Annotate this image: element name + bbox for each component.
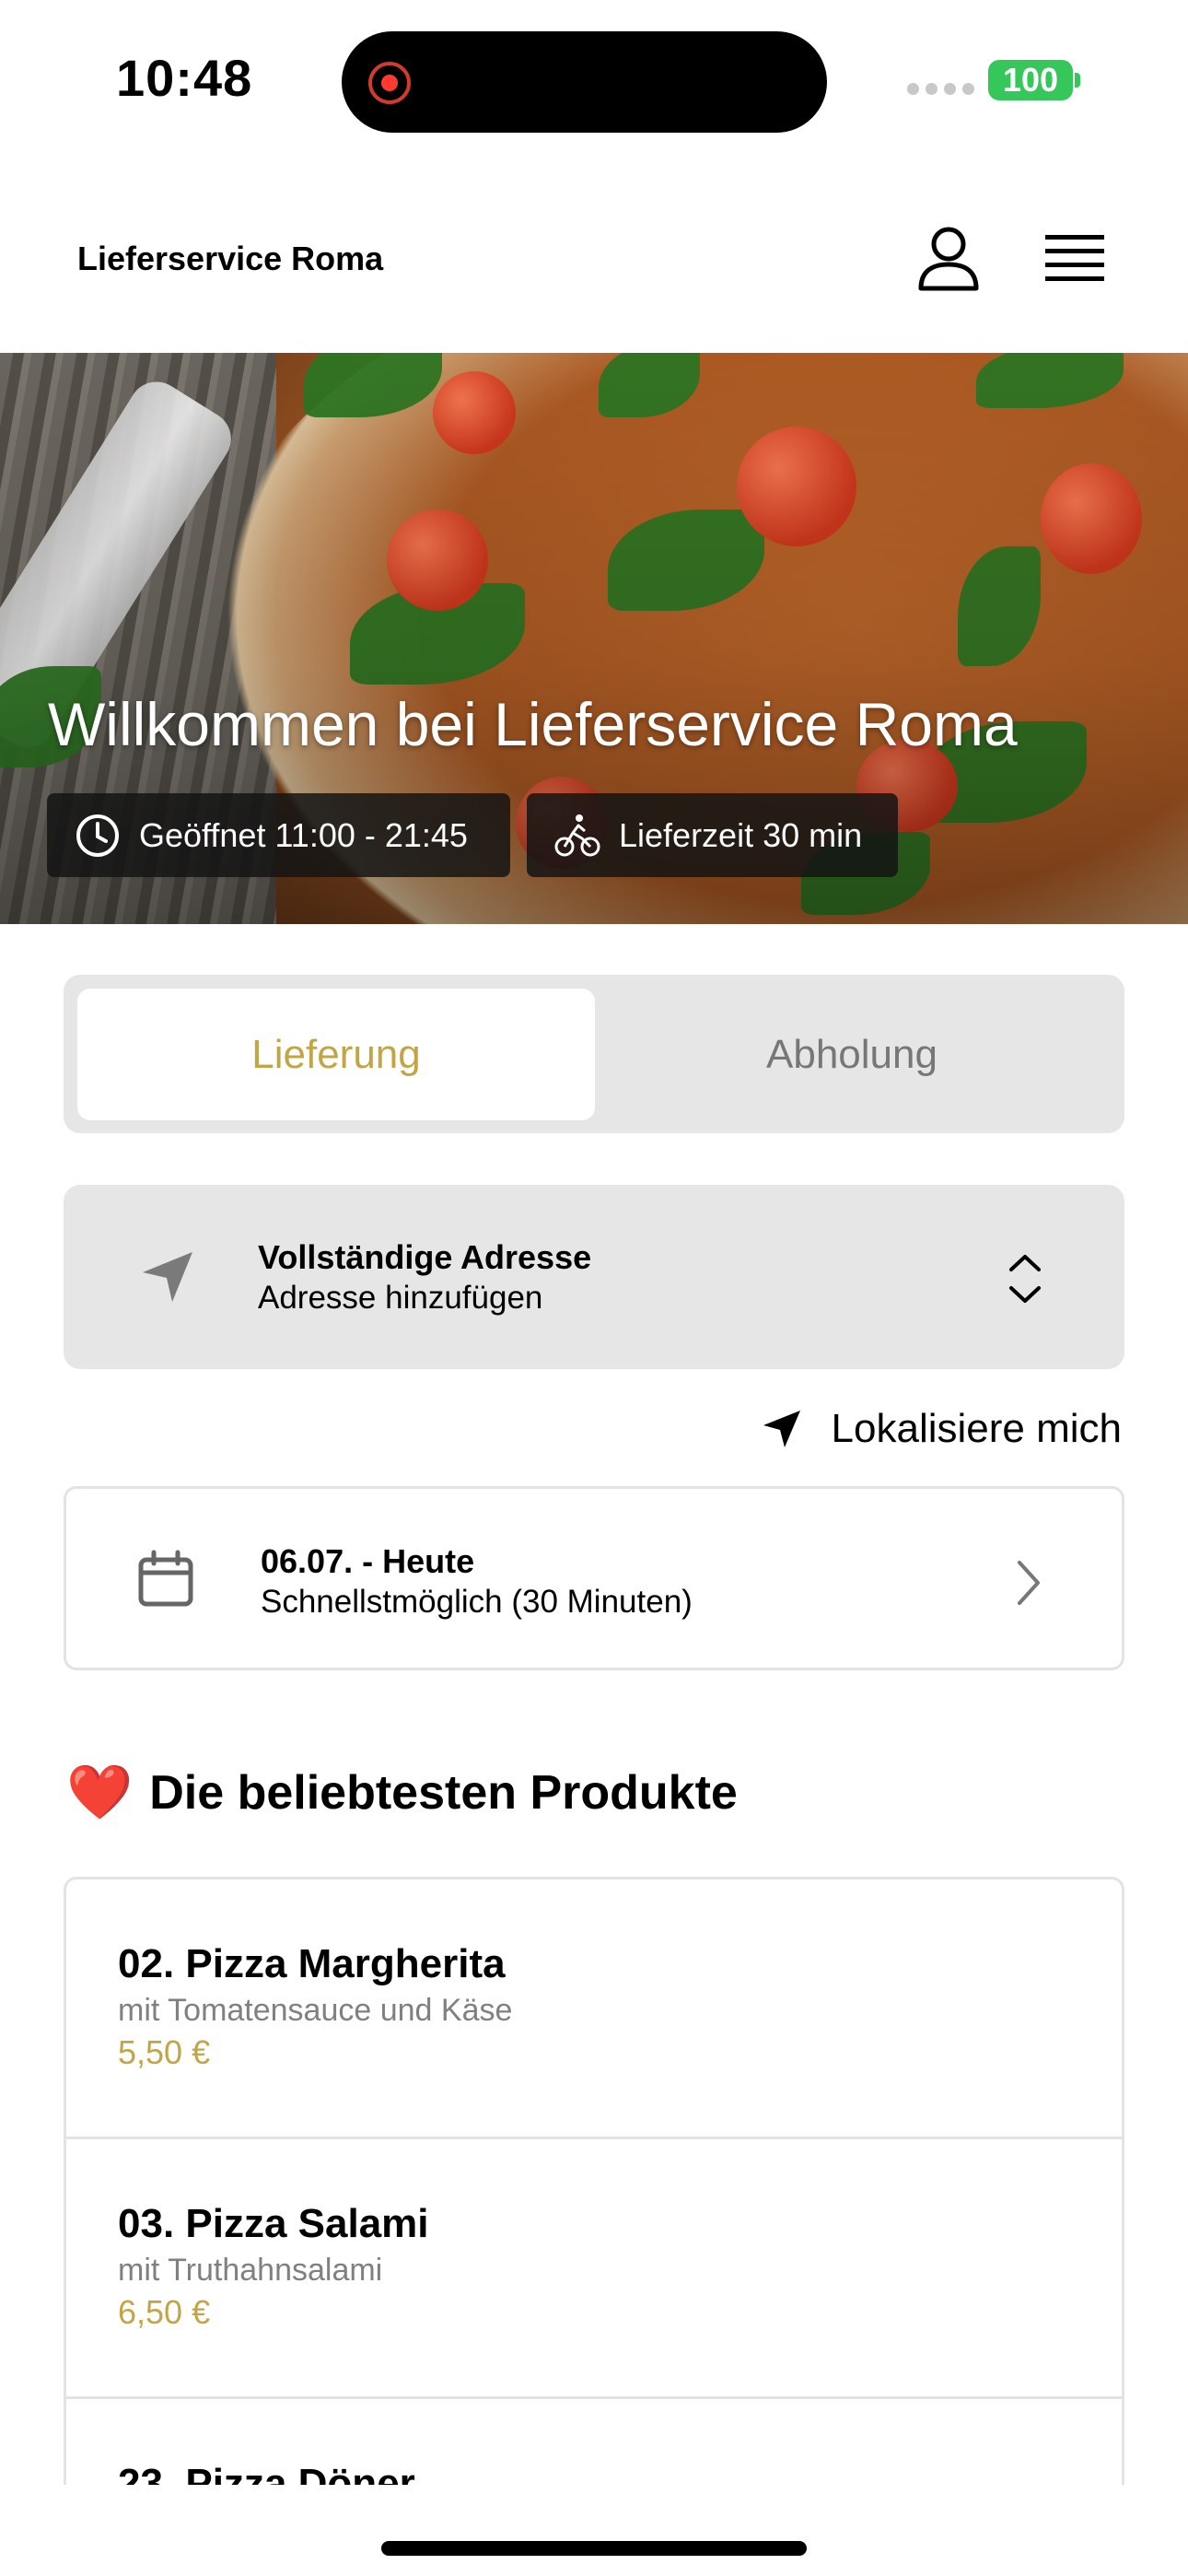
- product-price: 5,50 €: [118, 2033, 211, 2071]
- screen-recording-icon: [368, 62, 411, 104]
- chevron-up-down-icon: [1009, 1255, 1041, 1303]
- product-item[interactable]: 02. Pizza Margherita mit Tomatensauce un…: [66, 1879, 1122, 2139]
- popular-products-title: Die beliebtesten Produkte: [149, 1766, 738, 1820]
- product-price: 6,50 €: [118, 2293, 211, 2331]
- delivery-date-subtitle: Schnellstmöglich (30 Minuten): [261, 1584, 693, 1620]
- dynamic-island: [342, 31, 827, 133]
- delivery-time-badge: Lieferzeit 30 min: [527, 793, 898, 877]
- hamburger-menu-icon: [1045, 235, 1104, 281]
- product-item[interactable]: 03. Pizza Salami mit Truthahnsalami 6,50…: [66, 2139, 1122, 2399]
- home-indicator[interactable]: [381, 2541, 807, 2556]
- location-arrow-icon: [143, 1252, 192, 1302]
- locate-me-button[interactable]: Lokalisiere mich: [760, 1399, 1122, 1459]
- chevron-right-icon: [1018, 1561, 1040, 1605]
- delivery-date-title: 06.07. - Heute: [261, 1542, 475, 1580]
- locate-me-label: Lokalisiere mich: [831, 1406, 1122, 1451]
- status-time: 10:48: [116, 49, 253, 107]
- delivery-date-selector[interactable]: 06.07. - Heute Schnellstmöglich (30 Minu…: [64, 1486, 1124, 1670]
- location-arrow-icon: [763, 1411, 800, 1447]
- product-item[interactable]: 23. Pizza Döner: [66, 2399, 1122, 2485]
- hero-title: Willkommen bei Lieferservice Roma: [48, 690, 1018, 758]
- clock-icon: [76, 814, 119, 857]
- product-name: 03. Pizza Salami: [118, 2201, 429, 2246]
- address-title: Vollständige Adresse: [258, 1238, 592, 1276]
- cellular-signal-icon: [907, 83, 974, 95]
- product-name: 23. Pizza Döner: [118, 2461, 415, 2485]
- opening-hours-badge: Geöffnet 11:00 - 21:45: [47, 793, 510, 877]
- product-list: 02. Pizza Margherita mit Tomatensauce un…: [64, 1877, 1124, 2485]
- user-icon: [918, 227, 979, 291]
- product-description: mit Truthahnsalami: [118, 2253, 383, 2288]
- battery-nub: [1075, 73, 1080, 88]
- tab-delivery[interactable]: Lieferung: [77, 989, 595, 1120]
- product-name: 02. Pizza Margherita: [118, 1941, 506, 1986]
- delivery-time-text: Lieferzeit 30 min: [619, 815, 863, 854]
- opening-hours-text: Geöffnet 11:00 - 21:45: [139, 815, 468, 854]
- app-title[interactable]: Lieferservice Roma: [77, 240, 383, 278]
- address-selector[interactable]: Vollständige Adresse Adresse hinzufügen: [64, 1185, 1124, 1369]
- product-description: mit Tomatensauce und Käse: [118, 1993, 513, 2028]
- app-header: Lieferservice Roma: [0, 161, 1188, 353]
- calendar-icon: [138, 1550, 193, 1607]
- bicycle-icon: [554, 814, 600, 856]
- order-mode-toggle: Lieferung Abholung: [64, 975, 1124, 1133]
- menu-button[interactable]: [1036, 222, 1115, 296]
- battery-icon: 100: [988, 60, 1073, 100]
- status-bar: 10:48 100: [0, 0, 1188, 161]
- popular-products-heading: ❤️ Die beliebtesten Produkte: [66, 1765, 738, 1821]
- hero-banner: Willkommen bei Lieferservice Roma Geöffn…: [0, 353, 1188, 924]
- address-subtitle: Adresse hinzufügen: [258, 1280, 543, 1316]
- tab-pickup[interactable]: Abholung: [593, 989, 1111, 1120]
- user-account-button[interactable]: [912, 222, 985, 296]
- heart-icon: ❤️: [66, 1762, 134, 1822]
